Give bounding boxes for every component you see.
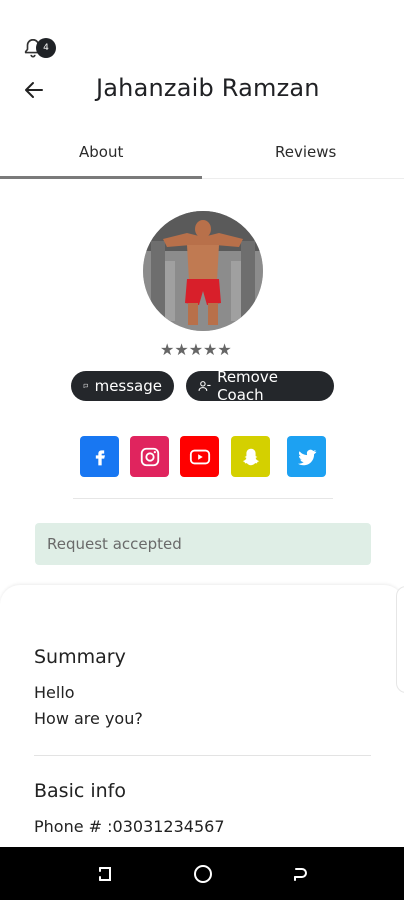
facebook-icon xyxy=(95,449,105,465)
side-drawer-handle[interactable] xyxy=(396,586,404,693)
instagram-button[interactable] xyxy=(130,436,169,477)
summary-line-2: How are you? xyxy=(34,709,143,728)
snapchat-icon xyxy=(242,448,259,465)
notification-bell[interactable]: 4 xyxy=(22,36,58,62)
page-title: Jahanzaib Ramzan xyxy=(96,74,320,102)
back-button[interactable] xyxy=(22,78,48,104)
avatar xyxy=(143,211,263,331)
section-divider xyxy=(34,755,371,756)
remove-user-icon xyxy=(198,381,211,391)
tab-reviews[interactable]: Reviews xyxy=(275,143,336,161)
arrow-left-icon xyxy=(25,82,43,98)
divider xyxy=(73,498,333,499)
remove-coach-button[interactable]: Remove Coach xyxy=(186,368,334,404)
twitter-icon xyxy=(297,449,316,465)
youtube-button[interactable] xyxy=(180,436,219,477)
message-button[interactable]: message xyxy=(71,371,174,401)
chat-icon xyxy=(83,383,88,389)
home-button[interactable] xyxy=(191,862,215,886)
active-tab-indicator xyxy=(0,176,202,179)
notification-badge: 4 xyxy=(36,38,56,58)
summary-line-1: Hello xyxy=(34,683,75,702)
profile-photo xyxy=(143,211,263,331)
snapchat-button[interactable] xyxy=(231,436,270,477)
instagram-icon xyxy=(140,447,159,466)
facebook-button[interactable] xyxy=(80,436,119,477)
message-button-label: message xyxy=(94,377,162,395)
youtube-icon xyxy=(189,449,210,464)
basic-info-title: Basic info xyxy=(34,780,126,802)
twitter-button[interactable] xyxy=(287,436,326,477)
request-status: Request accepted xyxy=(35,523,371,565)
recent-apps-button[interactable] xyxy=(93,862,117,886)
home-circle-icon xyxy=(194,865,212,883)
system-back-button[interactable] xyxy=(287,862,311,886)
remove-coach-label: Remove Coach xyxy=(217,368,278,404)
summary-title: Summary xyxy=(34,646,126,668)
recent-apps-icon xyxy=(99,867,111,881)
system-back-icon xyxy=(294,868,307,881)
phone-number: Phone # :03031234567 xyxy=(34,817,225,836)
tab-about[interactable]: About xyxy=(79,143,123,161)
rating-stars: ★★★★★ xyxy=(160,340,232,359)
